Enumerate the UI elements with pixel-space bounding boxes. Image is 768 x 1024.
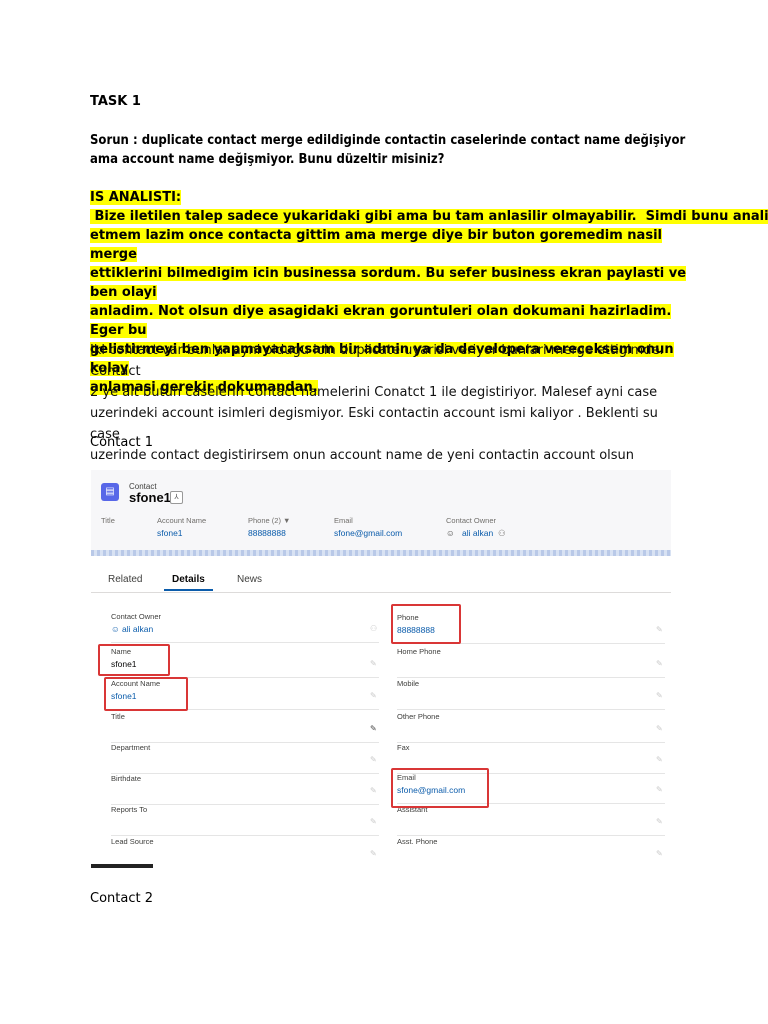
field-value-link[interactable]: ☺ ali alkan bbox=[111, 624, 153, 634]
analyst-line: ettiklerini bilmedigim icin businessa so… bbox=[90, 266, 687, 300]
change-owner-icon[interactable]: ⚇ bbox=[498, 528, 506, 539]
tabs-divider bbox=[91, 592, 671, 593]
field-label: Other Phone bbox=[397, 712, 440, 721]
edit-pencil-icon[interactable]: ✎ bbox=[656, 755, 665, 764]
edit-pencil-icon[interactable]: ✎ bbox=[370, 849, 379, 858]
edit-pencil-icon[interactable]: ✎ bbox=[370, 786, 379, 795]
edit-pencil-icon[interactable]: ✎ bbox=[656, 659, 665, 668]
header-field-label[interactable]: Phone (2) ▼ bbox=[248, 516, 290, 525]
record-header: ▤ Contact sfone1 ⅄ Title Account Name sf… bbox=[91, 470, 671, 551]
field-contact-owner: Contact Owner ☺ ali alkan ⚇ bbox=[111, 610, 379, 643]
edit-pencil-icon[interactable]: ✎ bbox=[370, 691, 379, 700]
header-owner-link[interactable]: ali alkan bbox=[462, 528, 493, 538]
edit-pencil-icon[interactable]: ✎ bbox=[370, 755, 379, 764]
field-department: Department ✎ bbox=[111, 741, 379, 774]
header-phone-link[interactable]: 88888888 bbox=[248, 528, 286, 538]
header-email-link[interactable]: sfone@gmail.com bbox=[334, 528, 402, 538]
problem-line: Sorun : duplicate contact merge edildigi… bbox=[90, 133, 686, 148]
analyst-line: etmem lazim once contacta gittim ama mer… bbox=[90, 228, 662, 262]
analyst-title: IS ANALISTI: bbox=[90, 190, 182, 205]
field-label: Home Phone bbox=[397, 647, 441, 656]
description-paragraph: Iki contact var bunlar ayni oldugu icin … bbox=[90, 340, 690, 466]
field-reports-to: Reports To ✎ bbox=[111, 803, 379, 836]
highlight-box-phone bbox=[391, 604, 461, 644]
header-field-label: Account Name bbox=[157, 516, 207, 525]
contact1-label: Contact 1 bbox=[90, 435, 153, 450]
field-label: Lead Source bbox=[111, 837, 154, 846]
edit-pencil-icon[interactable]: ✎ bbox=[370, 724, 379, 733]
highlight-box-email bbox=[391, 768, 489, 808]
edit-pencil-icon[interactable]: ✎ bbox=[370, 817, 379, 826]
contact2-label: Contact 2 bbox=[90, 891, 153, 906]
salesforce-contact-screenshot: ▤ Contact sfone1 ⅄ Title Account Name sf… bbox=[91, 470, 671, 870]
problem-statement: Sorun : duplicate contact merge edildigi… bbox=[90, 131, 690, 169]
edit-pencil-icon[interactable]: ✎ bbox=[656, 817, 665, 826]
edit-pencil-icon[interactable]: ✎ bbox=[370, 659, 379, 668]
field-label: Fax bbox=[397, 743, 410, 752]
owner-avatar-icon: ☺ bbox=[446, 528, 455, 538]
edit-pencil-icon[interactable]: ✎ bbox=[656, 691, 665, 700]
paragraph-line: Iki contact var bunlar ayni oldugu icin … bbox=[90, 343, 664, 379]
field-title: Title ✎ bbox=[111, 710, 379, 743]
change-owner-icon[interactable]: ⚇ bbox=[370, 624, 379, 633]
field-label: Contact Owner bbox=[111, 612, 162, 621]
task-title: TASK 1 bbox=[90, 94, 141, 109]
field-home-phone: Home Phone ✎ bbox=[397, 645, 665, 678]
record-name: sfone1 bbox=[129, 490, 171, 505]
field-label: Birthdate bbox=[111, 774, 142, 783]
highlight-box-name bbox=[98, 644, 170, 676]
field-label: Title bbox=[111, 712, 125, 721]
header-field-label: Contact Owner bbox=[446, 516, 497, 525]
edit-pencil-icon[interactable]: ✎ bbox=[656, 625, 665, 634]
header-field-label: Email bbox=[334, 516, 353, 525]
field-other-phone: Other Phone ✎ bbox=[397, 710, 665, 743]
field-label: Reports To bbox=[111, 805, 148, 814]
field-label: Mobile bbox=[397, 679, 420, 688]
field-label: Department bbox=[111, 743, 151, 752]
header-account-link[interactable]: sfone1 bbox=[157, 528, 183, 538]
record-tabs: Related Details News bbox=[91, 556, 671, 592]
highlight-box-account-name bbox=[104, 677, 188, 711]
edit-pencil-icon[interactable]: ✎ bbox=[656, 785, 665, 794]
field-label: Asst. Phone bbox=[397, 837, 438, 846]
hierarchy-icon[interactable]: ⅄ bbox=[170, 491, 183, 504]
edit-pencil-icon[interactable]: ✎ bbox=[656, 724, 665, 733]
tab-news[interactable]: News bbox=[237, 574, 262, 585]
paragraph-line: 2 ye ait butun caselerin contact nameler… bbox=[90, 385, 658, 400]
field-mobile: Mobile ✎ bbox=[397, 677, 665, 710]
contact-icon: ▤ bbox=[101, 483, 119, 501]
cropped-footer-text bbox=[91, 864, 153, 868]
tab-details[interactable]: Details bbox=[172, 574, 205, 585]
paragraph-line: uzerinde contact degistirirsem onun acco… bbox=[90, 448, 635, 463]
analyst-line: anladim. Not olsun diye asagidaki ekran … bbox=[90, 304, 672, 338]
analyst-line: Bize iletilen talep sadece yukaridaki gi… bbox=[90, 209, 768, 224]
edit-pencil-icon[interactable]: ✎ bbox=[656, 849, 665, 858]
owner-avatar-icon: ☺ bbox=[111, 624, 123, 634]
tab-related[interactable]: Related bbox=[108, 574, 142, 585]
header-field-label: Title bbox=[101, 516, 115, 525]
screenshot-bottom bbox=[91, 862, 671, 870]
field-birthdate: Birthdate ✎ bbox=[111, 772, 379, 805]
problem-line: ama account name değişmiyor. Bunu düzelt… bbox=[90, 152, 445, 167]
paragraph-line: uzerindeki account isimleri degismiyor. … bbox=[90, 406, 658, 442]
active-tab-indicator bbox=[164, 589, 213, 591]
